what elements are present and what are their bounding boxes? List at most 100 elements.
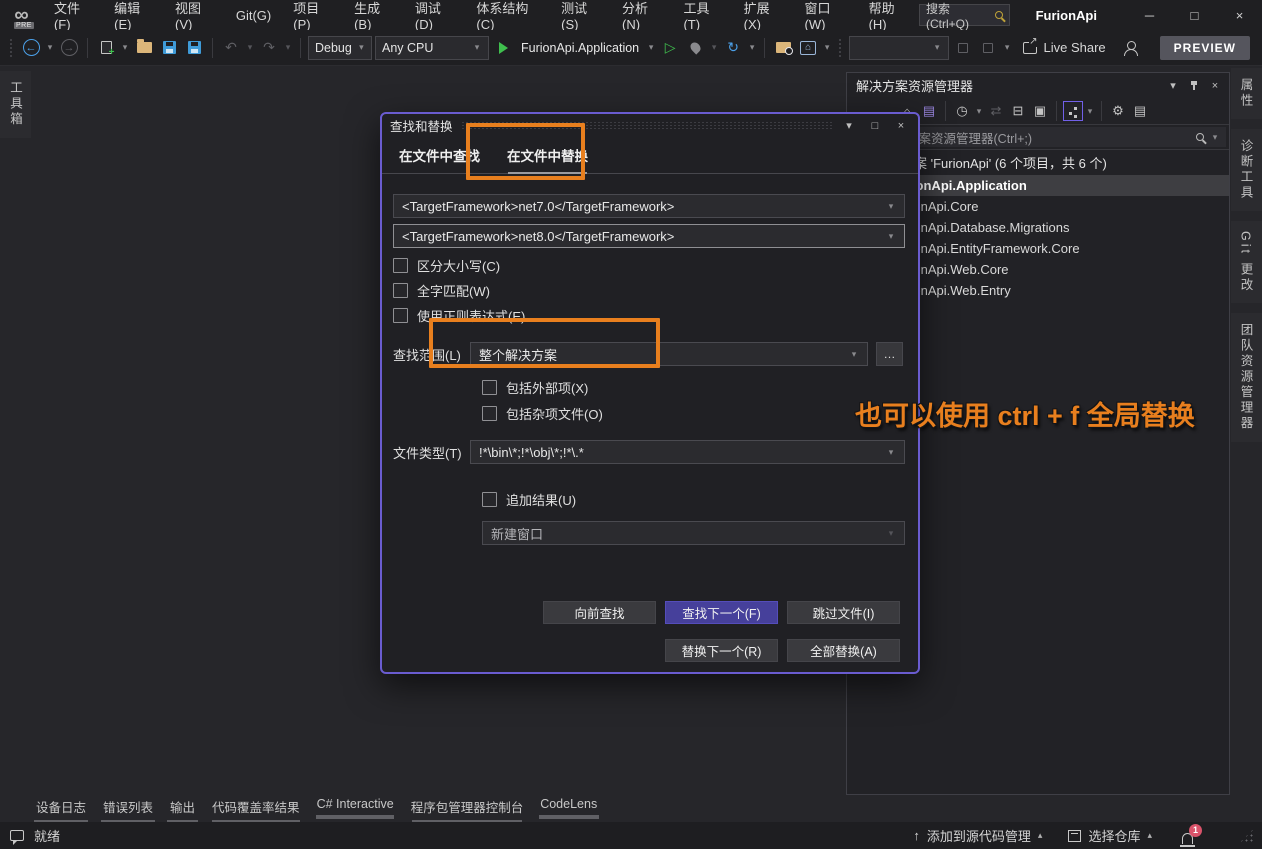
start-without-debug-button[interactable]: ▷ (659, 36, 681, 60)
open-file-button[interactable] (133, 36, 155, 60)
find-next-button[interactable]: 查找下一个(F) (665, 601, 778, 624)
menu-item[interactable]: 窗口(W) (794, 0, 858, 30)
live-share-button[interactable]: Live Share (1023, 40, 1106, 55)
menu-item[interactable]: 视图(V) (164, 0, 225, 30)
show-all-files-icon[interactable]: ▤ (1130, 101, 1150, 121)
navigate-back-button[interactable]: ← (20, 36, 42, 60)
toolbar-overflow-icon[interactable]: ▾ (1002, 42, 1012, 53)
rename-button[interactable] (952, 36, 974, 60)
filter-dropdown-icon[interactable]: ▾ (974, 106, 984, 117)
replace-all-button[interactable]: 全部替换(A) (787, 639, 900, 662)
hot-reload-dropdown-icon[interactable]: ▾ (709, 42, 719, 53)
switch-views-icon[interactable]: ▤ (919, 101, 939, 121)
properties-wrench-icon[interactable]: ⚙ (1108, 101, 1128, 121)
redo-button[interactable]: ↷ (258, 36, 280, 60)
skip-file-button[interactable]: 跳过文件(I) (787, 601, 900, 624)
bottom-panel-tab[interactable]: 程序包管理器控制台 (407, 797, 528, 824)
menu-item[interactable]: 测试(S) (550, 0, 611, 30)
filetype-combobox[interactable]: !*\bin\*;!*\obj\*;!*\.* ▾ (470, 440, 905, 464)
menu-item[interactable]: 扩展(X) (733, 0, 794, 30)
find-what-combobox[interactable]: <TargetFramework>net7.0</TargetFramework… (393, 194, 905, 218)
resize-grip[interactable] (1240, 829, 1254, 843)
run-target-dropdown-icon[interactable]: ▾ (646, 42, 656, 53)
quick-search-input[interactable]: 搜索 (Ctrl+Q) (919, 4, 1010, 26)
sync-with-active-document-icon[interactable] (1063, 101, 1083, 121)
include-external-checkbox[interactable] (482, 380, 497, 395)
back-dropdown-icon[interactable]: ▾ (45, 42, 55, 53)
sync-dropdown-icon[interactable]: ▾ (1085, 106, 1095, 117)
right-dock-tab[interactable]: 诊断工具 (1231, 129, 1262, 211)
collapse-all-icon[interactable]: ⊟ (1008, 101, 1028, 121)
menu-item[interactable]: 调试(D) (404, 0, 465, 30)
find-in-files-button[interactable] (772, 36, 794, 60)
results-window-combobox[interactable]: 新建窗口 ▾ (482, 521, 905, 545)
feedback-bubble-icon[interactable] (10, 830, 24, 841)
pending-changes-filter-icon[interactable]: ◷ (952, 101, 972, 121)
redo-dropdown-icon[interactable]: ▾ (283, 42, 293, 53)
bottom-panel-tab[interactable]: C# Interactive (313, 797, 398, 819)
toolbar-grip[interactable] (9, 38, 14, 58)
regex-checkbox[interactable] (393, 308, 408, 323)
menu-item[interactable]: 项目(P) (282, 0, 343, 30)
close-button[interactable]: × (1217, 0, 1262, 30)
dialog-title-bar[interactable]: 查找和替换 ▾ □ × (382, 114, 918, 137)
menu-item[interactable]: 生成(B) (343, 0, 404, 30)
preview-feedback-button[interactable]: PREVIEW (1160, 36, 1250, 60)
menu-item[interactable]: 工具(T) (672, 0, 732, 30)
add-to-source-control-button[interactable]: ↑ 添加到源代码管理 ▴ (913, 826, 1042, 845)
whole-word-checkbox[interactable] (393, 283, 408, 298)
menu-item[interactable]: 编辑(E) (103, 0, 164, 30)
preview-selected-icon[interactable]: ▣ (1030, 101, 1050, 121)
configuration-dropdown[interactable]: Debug ▾ (308, 36, 372, 60)
find-previous-button[interactable]: 向前查找 (543, 601, 656, 624)
new-file-dropdown-icon[interactable]: ▾ (120, 42, 130, 53)
notifications-button[interactable]: 1 (1178, 828, 1196, 844)
browse-scope-button[interactable]: … (876, 342, 903, 366)
run-target-label[interactable]: FurionApi.Application (521, 41, 639, 55)
bottom-panel-tab[interactable]: 输出 (166, 797, 199, 824)
hot-reload-button[interactable] (684, 36, 706, 60)
append-results-checkbox[interactable] (482, 492, 497, 507)
select-repository-button[interactable]: 选择仓库 ▴ (1068, 826, 1152, 845)
extract-button[interactable] (977, 36, 999, 60)
right-dock-tab[interactable]: 属性 (1231, 68, 1262, 119)
start-debug-button[interactable] (492, 36, 514, 60)
right-dock-tab[interactable]: Git 更改 (1231, 221, 1262, 303)
maximize-button[interactable]: □ (1172, 0, 1217, 30)
toolbox-tab[interactable]: 工具箱 (0, 71, 31, 138)
sync-icon[interactable]: ⇄ (986, 101, 1006, 121)
menu-item[interactable]: 帮助(H) (858, 0, 919, 30)
platform-dropdown[interactable]: Any CPU ▾ (375, 36, 489, 60)
save-all-button[interactable] (183, 36, 205, 60)
solution-explorer-toolbar-button[interactable]: ⌂ (797, 36, 819, 60)
account-icon[interactable] (1123, 41, 1139, 55)
minimize-button[interactable]: ─ (1127, 0, 1172, 30)
bottom-panel-tab[interactable]: 错误列表 (99, 797, 157, 824)
bottom-panel-tab[interactable]: 代码覆盖率结果 (208, 797, 304, 824)
include-misc-checkbox[interactable] (482, 406, 497, 421)
undo-button[interactable]: ↶ (220, 36, 242, 60)
restart-dropdown-icon[interactable]: ▾ (747, 42, 757, 53)
menu-item[interactable]: 体系结构(C) (465, 0, 550, 30)
dialog-close-icon[interactable]: × (892, 117, 910, 135)
dialog-maximize-icon[interactable]: □ (866, 117, 884, 135)
menu-item[interactable]: 分析(N) (611, 0, 672, 30)
pin-icon[interactable] (1193, 81, 1195, 90)
toolbar-grip[interactable] (838, 38, 843, 58)
search-options-icon[interactable]: ▾ (1210, 132, 1220, 143)
menu-item[interactable]: Git(G) (225, 0, 282, 30)
panel-close-icon[interactable]: × (1205, 76, 1225, 96)
bottom-panel-tab[interactable]: CodeLens (536, 797, 601, 819)
empty-toolbar-dropdown[interactable]: ▾ (849, 36, 949, 60)
window-dropdown-icon[interactable]: ▾ (822, 42, 832, 53)
save-button[interactable] (158, 36, 180, 60)
navigate-forward-button[interactable]: → (58, 36, 80, 60)
undo-dropdown-icon[interactable]: ▾ (245, 42, 255, 53)
restart-button[interactable]: ↻ (722, 36, 744, 60)
right-dock-tab[interactable]: 团队资源管理器 (1231, 313, 1262, 442)
new-file-button[interactable] (95, 36, 117, 60)
bottom-panel-tab[interactable]: 设备日志 (32, 797, 90, 824)
panel-menu-icon[interactable]: ▾ (1163, 76, 1183, 96)
replace-next-button[interactable]: 替换下一个(R) (665, 639, 778, 662)
dialog-menu-icon[interactable]: ▾ (840, 117, 858, 135)
